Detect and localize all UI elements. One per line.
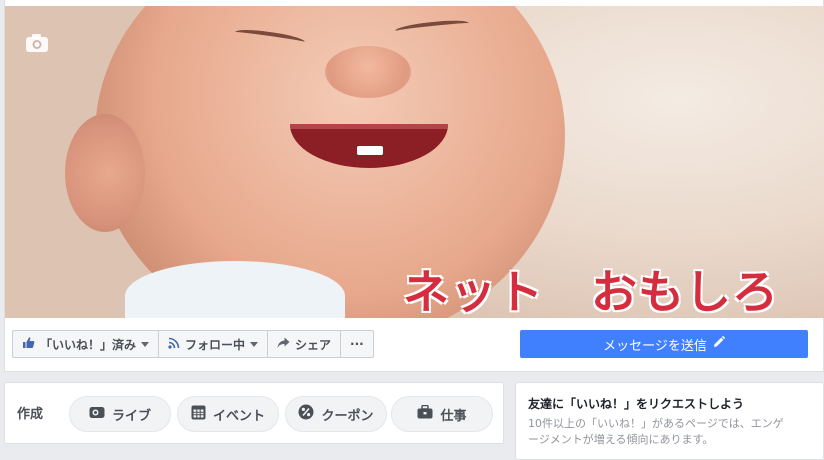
following-button[interactable]: フォロー中 bbox=[159, 331, 269, 357]
create-event-button[interactable]: イベント bbox=[177, 396, 279, 432]
invite-description: 10件以上の「いいね！」があるページでは、エンゲージメントが増える傾向にあります… bbox=[528, 417, 784, 446]
pencil-icon bbox=[713, 335, 726, 352]
baby-ear bbox=[65, 114, 145, 232]
create-coupon-label: クーポン bbox=[321, 408, 374, 424]
create-live-button[interactable]: ライブ bbox=[69, 396, 171, 432]
cover-overlay-text: ネット おもしろ bbox=[403, 265, 779, 318]
share-arrow-icon bbox=[277, 337, 290, 352]
rss-icon bbox=[168, 337, 180, 352]
chevron-down-icon bbox=[250, 341, 259, 347]
create-label: 作成 bbox=[17, 407, 44, 422]
camera-icon[interactable] bbox=[25, 33, 49, 53]
video-camera-icon bbox=[89, 406, 105, 423]
send-message-button[interactable]: メッセージを送信 bbox=[520, 330, 808, 358]
create-job-button[interactable]: 仕事 bbox=[391, 396, 493, 432]
invite-title: 友達に「いいね！」をリクエストしよう bbox=[528, 397, 745, 411]
percent-icon bbox=[298, 404, 314, 424]
baby-nose bbox=[325, 46, 411, 98]
liked-button-label: 「いいね！」済み bbox=[40, 337, 137, 352]
cover-photo[interactable]: ネット おもしろ bbox=[5, 6, 824, 318]
share-button-label: シェア bbox=[295, 337, 332, 352]
following-button-label: フォロー中 bbox=[185, 337, 246, 352]
briefcase-icon bbox=[417, 404, 433, 423]
create-job-label: 仕事 bbox=[440, 408, 467, 424]
create-live-label: ライブ bbox=[111, 408, 151, 424]
calendar-icon bbox=[191, 405, 206, 424]
thumbs-up-icon bbox=[22, 336, 35, 352]
more-options-button[interactable]: ··· bbox=[341, 331, 373, 357]
more-dots-icon: ··· bbox=[350, 337, 364, 351]
create-event-label: イベント bbox=[212, 408, 265, 424]
invite-friends-card[interactable]: 友達に「いいね！」をリクエストしよう 10件以上の「いいね！」があるページでは、… bbox=[515, 382, 824, 460]
chevron-down-icon bbox=[141, 341, 150, 347]
share-button[interactable]: シェア bbox=[268, 331, 342, 357]
create-coupon-button[interactable]: クーポン bbox=[285, 396, 387, 432]
baby-tooth bbox=[357, 146, 383, 155]
cover-card: ネット おもしろ bbox=[4, 0, 824, 372]
create-panel: 作成 ライブ イベント クーポン 仕事 bbox=[4, 382, 504, 444]
page-action-group: 「いいね！」済み フォロー中 シェア ··· bbox=[12, 330, 374, 358]
liked-button[interactable]: 「いいね！」済み bbox=[13, 331, 160, 357]
send-message-label: メッセージを送信 bbox=[603, 338, 707, 354]
